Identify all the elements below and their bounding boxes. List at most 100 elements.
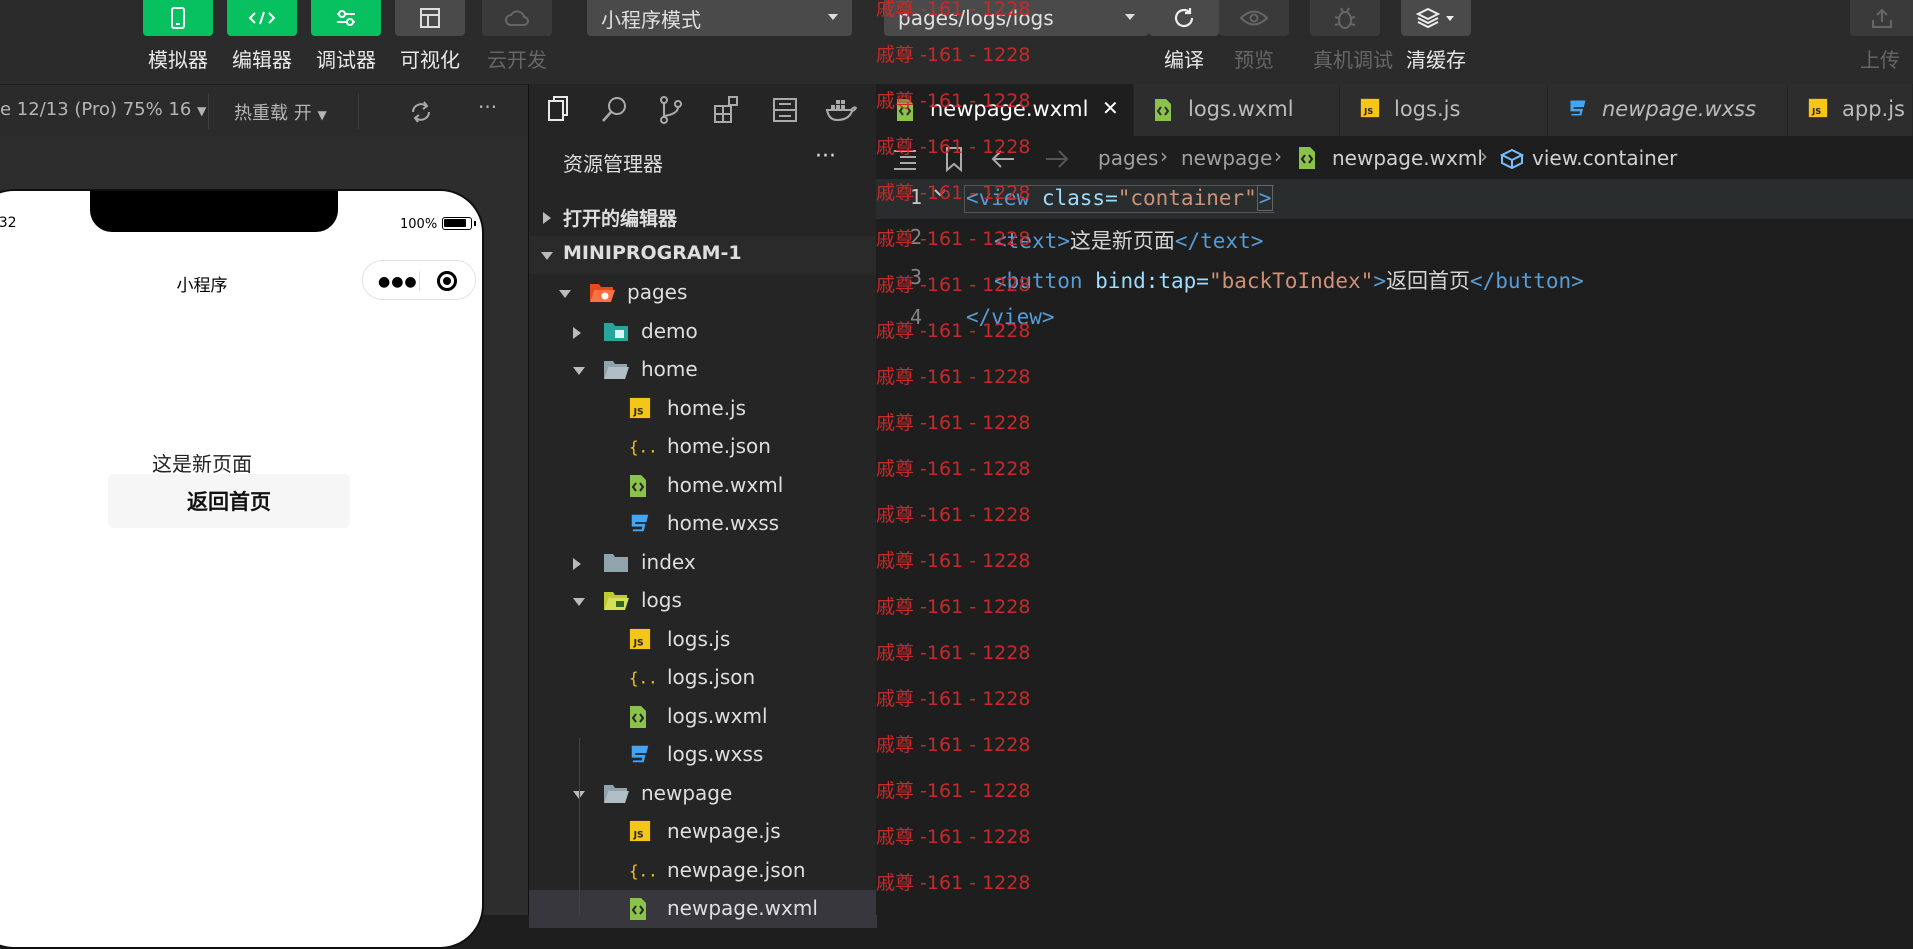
compile-button[interactable] bbox=[1149, 0, 1219, 36]
code-attr: bind:tap= bbox=[1095, 269, 1209, 293]
tree-folder[interactable]: home bbox=[529, 351, 877, 389]
arrow-right-icon[interactable] bbox=[1044, 148, 1070, 170]
extensions-icon[interactable] bbox=[711, 94, 743, 126]
close-icon[interactable]: ✕ bbox=[1102, 96, 1119, 120]
tree-file[interactable]: JS home.js bbox=[529, 390, 877, 428]
debugger-label: 调试器 bbox=[316, 48, 376, 72]
explorer-more-button[interactable]: ··· bbox=[815, 144, 836, 169]
close-target-icon[interactable] bbox=[437, 271, 457, 291]
bug-icon bbox=[1334, 7, 1356, 29]
more-dots-icon[interactable]: ●●● bbox=[378, 274, 418, 290]
code-line[interactable]: 3 <button bind:tap="backToIndex">返回首页</b… bbox=[876, 259, 1913, 299]
tree-file[interactable]: logs.wxml bbox=[529, 698, 877, 736]
tree-file[interactable]: {..} newpage.json bbox=[529, 852, 877, 890]
editor-tab-label: logs.js bbox=[1394, 97, 1461, 121]
back-to-index-button[interactable]: 返回首页 bbox=[108, 474, 350, 528]
docker-icon[interactable] bbox=[825, 94, 857, 126]
battery-icon bbox=[442, 217, 476, 230]
editor-tab[interactable]: newpage.wxss bbox=[1548, 84, 1788, 136]
tree-file[interactable]: logs.wxss bbox=[529, 736, 877, 774]
tree-file[interactable]: home.wxss bbox=[529, 505, 877, 543]
breadcrumb-pages[interactable]: pages bbox=[1098, 146, 1158, 170]
code-content: <text>这是新页面</text> bbox=[994, 225, 1263, 255]
visual-toggle-button[interactable] bbox=[395, 0, 465, 36]
editor-tab[interactable]: JS app.js bbox=[1788, 84, 1913, 136]
fold-chevron-icon[interactable] bbox=[932, 185, 948, 201]
mode-select[interactable]: 小程序模式 bbox=[587, 0, 852, 36]
refresh-icon bbox=[1174, 8, 1194, 28]
search-icon[interactable] bbox=[599, 94, 631, 126]
debugger-toggle-button[interactable] bbox=[311, 0, 381, 36]
cube-icon bbox=[1500, 148, 1524, 170]
tree-folder[interactable]: index bbox=[529, 544, 877, 582]
code-tag-end: > bbox=[1373, 269, 1386, 293]
code-tag-open: <text> bbox=[994, 229, 1070, 253]
capsule-menu[interactable]: ●●● bbox=[362, 260, 476, 300]
code-text: 这是新页面 bbox=[1069, 229, 1175, 253]
editor-tab[interactable]: newpage.wxml ✕ bbox=[876, 84, 1134, 136]
cloud-dev-button[interactable] bbox=[482, 0, 552, 36]
breadcrumb-newpage[interactable]: newpage bbox=[1181, 146, 1272, 170]
source-control-icon[interactable] bbox=[655, 94, 687, 126]
editor-tab-label: logs.wxml bbox=[1188, 97, 1294, 121]
breadcrumb-file[interactable]: newpage.wxml bbox=[1332, 146, 1483, 170]
line-number: 1 bbox=[909, 185, 922, 209]
chevron-down-icon bbox=[541, 252, 553, 260]
simulator-more-button[interactable]: ··· bbox=[478, 95, 497, 119]
chevron-right-icon bbox=[543, 212, 551, 224]
tree-item-label: index bbox=[641, 549, 696, 574]
tree-file[interactable]: JS logs.js bbox=[529, 621, 877, 659]
js-file-icon: JS bbox=[629, 397, 653, 421]
tree-file[interactable]: {..} home.json bbox=[529, 428, 877, 466]
code-line[interactable]: 4 </view> bbox=[876, 299, 1913, 339]
clear-cache-button[interactable] bbox=[1401, 0, 1471, 36]
arrow-left-icon[interactable] bbox=[990, 148, 1016, 170]
wxml-file-icon bbox=[629, 897, 653, 921]
hot-reload-toggle[interactable]: 热重载 开 ▼ bbox=[234, 99, 327, 125]
js-file-icon: JS bbox=[629, 628, 653, 652]
code-line[interactable]: 1 <view class="container"> bbox=[876, 179, 1913, 219]
rotate-icon[interactable] bbox=[408, 99, 434, 125]
list-icon[interactable] bbox=[892, 148, 918, 170]
chevron-down-icon bbox=[559, 290, 571, 298]
tree-folder[interactable]: demo bbox=[529, 313, 877, 351]
tree-file[interactable]: home.wxml bbox=[529, 467, 877, 505]
editor-toggle-button[interactable] bbox=[227, 0, 297, 36]
line-number: 3 bbox=[909, 265, 922, 289]
bookmark-icon[interactable] bbox=[944, 146, 964, 172]
tree-item-label: home.json bbox=[667, 434, 771, 458]
open-editors-section[interactable]: 打开的编辑器 bbox=[529, 198, 877, 236]
open-editors-label: 打开的编辑器 bbox=[563, 208, 678, 230]
device-select[interactable]: e 12/13 (Pro) 75% 16 ▼ bbox=[0, 99, 206, 120]
page-select[interactable]: pages/logs/logs bbox=[884, 0, 1149, 36]
svg-text:JS: JS bbox=[633, 637, 644, 648]
phone-frame: :32 100% 小程序 ●●● 这是新页面 返回首页 bbox=[0, 189, 484, 949]
tree-file[interactable]: JS newpage.js bbox=[529, 813, 877, 851]
editor-tab[interactable]: logs.wxml bbox=[1134, 84, 1340, 136]
files-icon[interactable] bbox=[543, 94, 575, 126]
simulator-bar: e 12/13 (Pro) 75% 16 ▼ 热重载 开 ▼ ··· bbox=[0, 84, 528, 136]
tree-item-label: pages bbox=[627, 280, 688, 304]
wxml-file-icon bbox=[1154, 98, 1174, 122]
code-text: 返回首页 bbox=[1385, 269, 1470, 293]
upload-button[interactable] bbox=[1850, 0, 1913, 36]
json-file-icon: {..} bbox=[629, 666, 667, 690]
tree-file[interactable]: newpage.wxml bbox=[529, 890, 877, 928]
tree-item-label: logs.wxss bbox=[667, 742, 764, 766]
tree-folder[interactable]: logs bbox=[529, 582, 877, 620]
tree-folder[interactable]: pages bbox=[529, 274, 877, 312]
editor-tab[interactable]: JS logs.js bbox=[1340, 84, 1548, 136]
tree-file[interactable]: {..} logs.json bbox=[529, 659, 877, 697]
remote-debug-button[interactable] bbox=[1310, 0, 1380, 36]
tree-folder[interactable]: newpage bbox=[529, 775, 877, 813]
svg-text:JS: JS bbox=[633, 829, 644, 840]
code-line[interactable]: 2 <text>这是新页面</text> bbox=[876, 219, 1913, 259]
project-section[interactable]: MINIPROGRAM-1 bbox=[529, 236, 877, 274]
outline-icon[interactable] bbox=[769, 94, 801, 126]
code-tag-open: <view bbox=[966, 186, 1042, 210]
simulator-toggle-button[interactable] bbox=[143, 0, 213, 36]
preview-button[interactable] bbox=[1219, 0, 1289, 36]
explorer-panel: 资源管理器 ··· 打开的编辑器 MINIPROGRAM-1 pages demo… bbox=[528, 84, 877, 928]
breadcrumb-symbol[interactable]: view.container bbox=[1532, 146, 1677, 170]
chevron-right-icon bbox=[573, 557, 581, 570]
